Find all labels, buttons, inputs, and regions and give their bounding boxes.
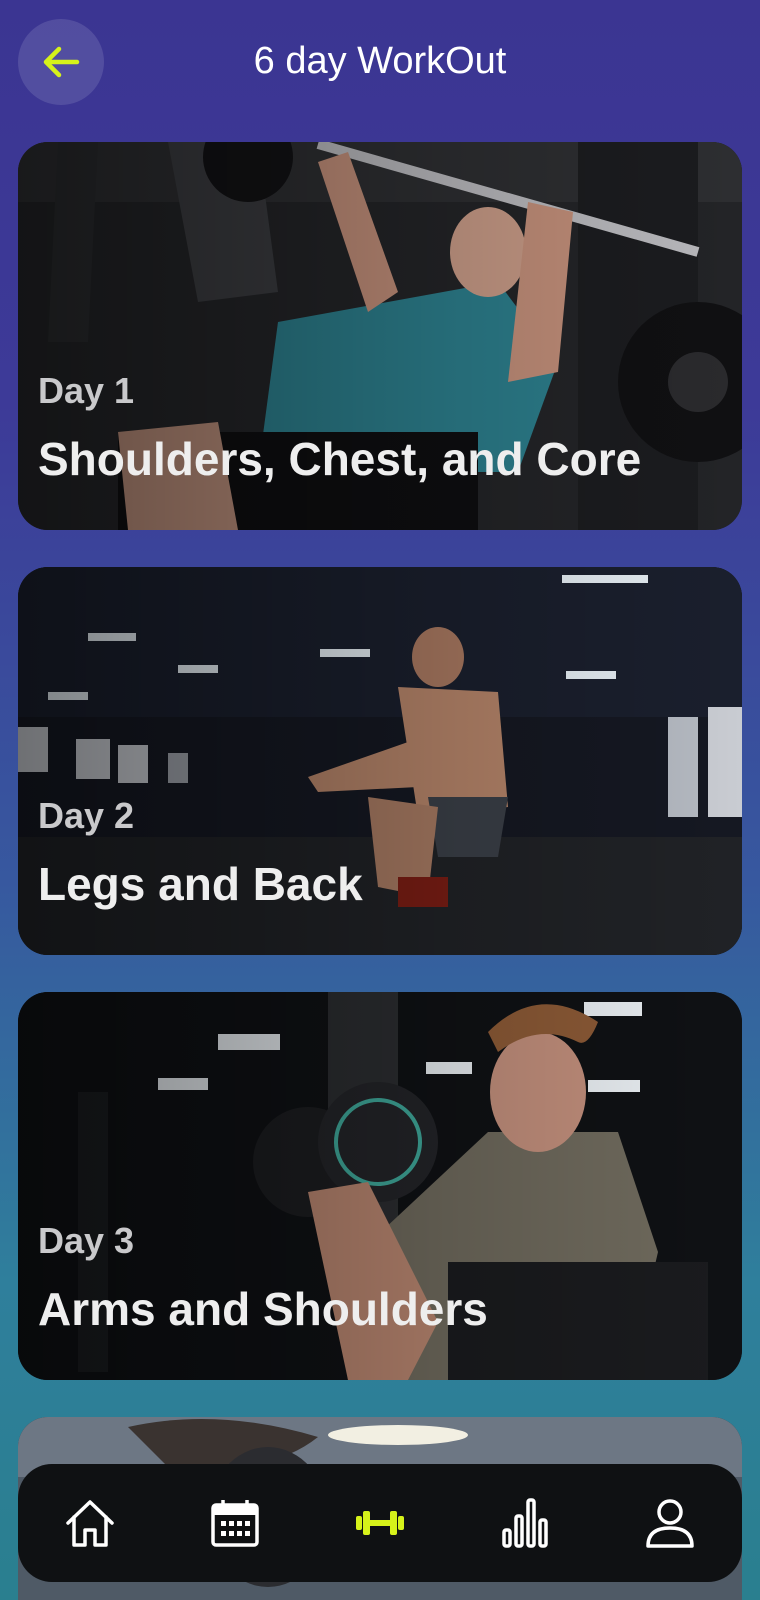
workout-title: Legs and Back (38, 858, 363, 910)
workout-title: Shoulders, Chest, and Core (38, 433, 642, 485)
nav-calendar[interactable] (180, 1468, 290, 1578)
bottom-navigation (18, 1464, 742, 1582)
profile-icon (645, 1499, 694, 1548)
workout-card-day-1[interactable]: Day 1 Shoulders, Chest, and Core (18, 142, 742, 530)
workout-day-label: Day 2 (38, 795, 135, 836)
nav-workouts[interactable] (325, 1468, 435, 1578)
workout-day-label: Day 1 (38, 370, 135, 411)
nav-profile[interactable] (615, 1468, 725, 1578)
nav-stats[interactable] (470, 1468, 580, 1578)
calendar-icon (211, 1500, 259, 1547)
page-title: 6 day WorkOut (253, 40, 507, 82)
nav-home[interactable] (35, 1468, 145, 1578)
workout-card-day-3[interactable]: Day 3 Arms and Shoulders (18, 992, 742, 1380)
workout-title: Arms and Shoulders (38, 1283, 488, 1335)
home-icon (66, 1500, 115, 1547)
bar-chart-icon (502, 1498, 548, 1548)
dumbbell-icon (355, 1511, 404, 1535)
workout-card-day-2[interactable]: Day 2 Legs and Back (18, 567, 742, 955)
app-header: 6 day WorkOut (0, 0, 760, 130)
workout-day-label: Day 3 (38, 1220, 135, 1261)
